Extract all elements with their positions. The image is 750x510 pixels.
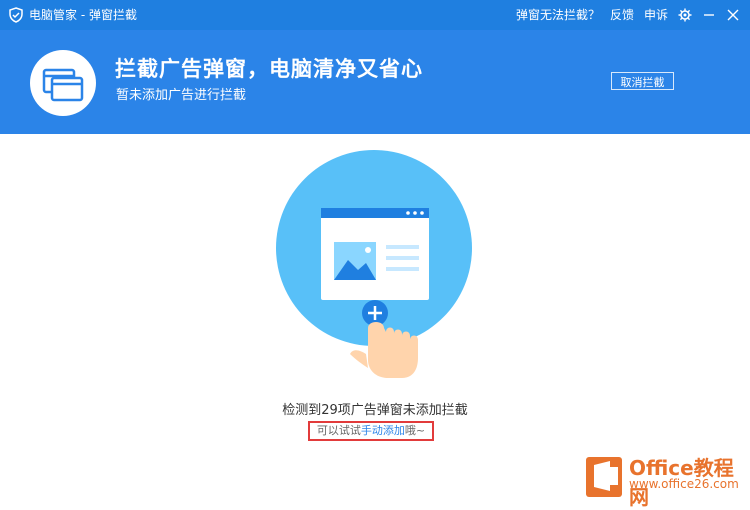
- manual-add-hint: 可以试试手动添加哦~: [308, 421, 434, 441]
- image-icon: [334, 242, 376, 280]
- header-banner: 拦截广告弹窗，电脑清净又省心 暂未添加广告进行拦截 取消拦截: [0, 30, 750, 134]
- feedback-link[interactable]: 反馈: [610, 6, 634, 23]
- title-area: 电脑管家 - 弹窗拦截: [8, 6, 137, 23]
- window-title: 电脑管家 - 弹窗拦截: [29, 8, 137, 22]
- detect-text: 检测到29项广告弹窗未添加拦截: [282, 403, 468, 418]
- close-icon[interactable]: [726, 8, 740, 22]
- appeal-link[interactable]: 申诉: [644, 6, 668, 23]
- cancel-block-button[interactable]: 取消拦截: [611, 72, 674, 90]
- title-actions: 弹窗无法拦截？ 反馈 申诉: [516, 6, 740, 23]
- shield-icon: [9, 6, 23, 23]
- hint-suffix: 哦~: [404, 424, 426, 437]
- gear-icon[interactable]: [678, 8, 692, 22]
- header-subtitle: 暂未添加广告进行拦截: [116, 88, 247, 103]
- minimize-icon[interactable]: [702, 8, 716, 22]
- manual-add-link[interactable]: 手动添加: [361, 424, 405, 437]
- header-title: 拦截广告弹窗，电脑清净又省心: [115, 57, 423, 81]
- cannot-block-link[interactable]: 弹窗无法拦截？: [516, 6, 600, 23]
- watermark-url: www.office26.com: [629, 477, 739, 491]
- add-popup-illustration: [276, 150, 472, 378]
- window-icon: [30, 50, 96, 116]
- title-bar: 电脑管家 - 弹窗拦截 弹窗无法拦截？ 反馈 申诉: [0, 0, 750, 30]
- hint-prefix: 可以试试: [316, 424, 361, 437]
